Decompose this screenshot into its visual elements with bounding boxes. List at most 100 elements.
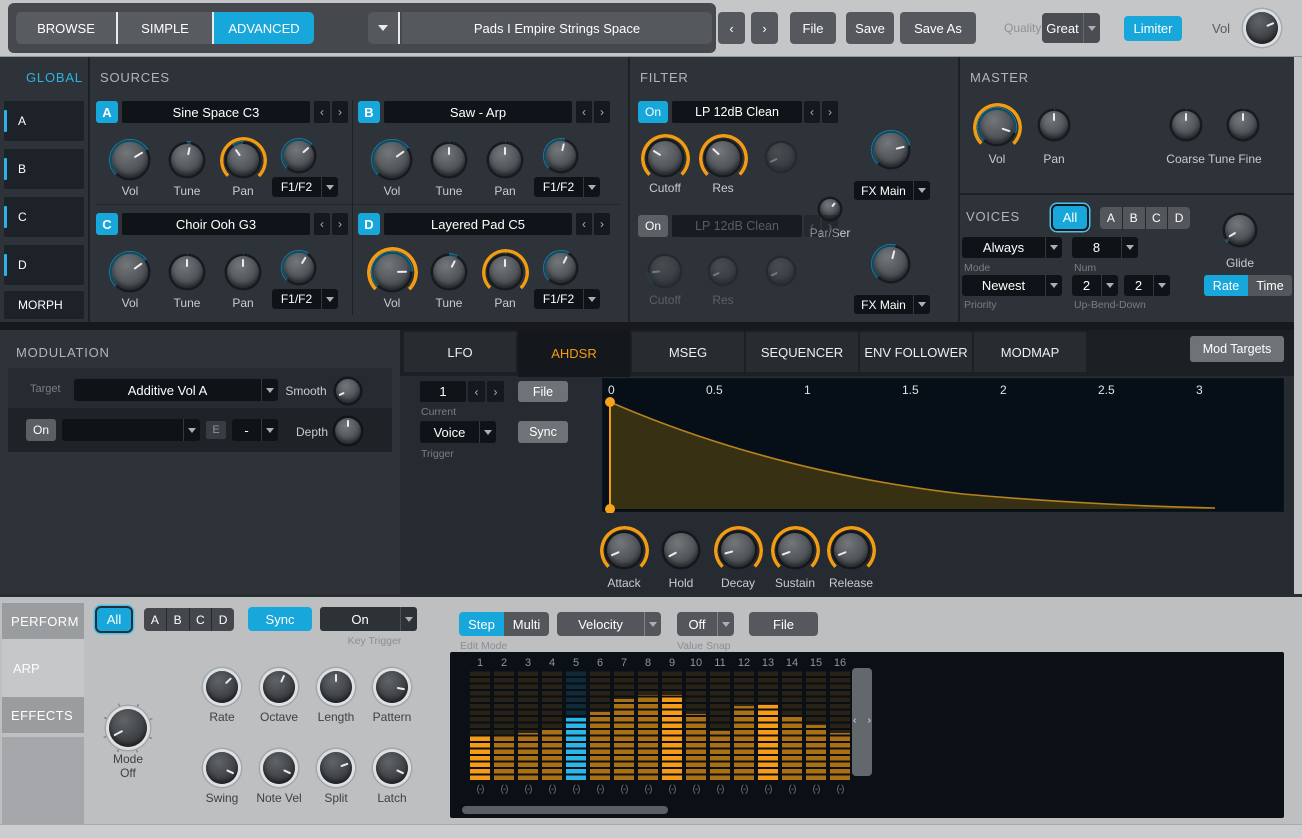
- source-d-tune-knob[interactable]: [430, 253, 468, 291]
- source-c-prev-button[interactable]: ‹: [314, 213, 330, 235]
- mod-curve-select[interactable]: -: [232, 419, 278, 441]
- sustain-knob[interactable]: [775, 530, 815, 570]
- tab-arp[interactable]: ARP: [2, 639, 84, 697]
- arp-rate-knob[interactable]: [203, 668, 241, 706]
- voices-b-button[interactable]: B: [1123, 207, 1146, 229]
- seq-step-10[interactable]: 10(-): [686, 652, 706, 802]
- master-vol-knob[interactable]: [977, 107, 1017, 147]
- filter2-output-knob[interactable]: [871, 244, 911, 284]
- tab-simple[interactable]: SIMPLE: [116, 12, 212, 44]
- source-b-prev-button[interactable]: ‹: [576, 101, 592, 123]
- master-pan-knob[interactable]: [1037, 108, 1071, 142]
- quality-select[interactable]: Great: [1042, 13, 1100, 43]
- preset-menu-button[interactable]: [368, 12, 400, 44]
- save-button[interactable]: Save: [846, 12, 894, 44]
- seq-step-13[interactable]: 13(-): [758, 652, 778, 802]
- seq-bar[interactable]: [614, 699, 634, 780]
- decay-knob[interactable]: [718, 530, 758, 570]
- filter1-res-knob[interactable]: [703, 138, 743, 178]
- arp-note-vel-knob[interactable]: [260, 749, 298, 787]
- bend-up-select[interactable]: 2: [1072, 275, 1118, 296]
- limiter-button[interactable]: Limiter: [1124, 16, 1182, 41]
- source-a-pan-knob[interactable]: [224, 141, 262, 179]
- sidebar-item-b[interactable]: B: [4, 149, 84, 189]
- filter1-drive-knob[interactable]: [764, 140, 798, 174]
- source-d-filter-mix-knob[interactable]: [543, 250, 579, 286]
- sidebar-item-morph[interactable]: MORPH: [4, 291, 84, 319]
- source-a-prev-button[interactable]: ‹: [314, 101, 330, 123]
- voices-priority-select[interactable]: Newest: [962, 275, 1062, 296]
- filter1-output-knob[interactable]: [871, 130, 911, 170]
- source-a-name-field[interactable]: Sine Space C3: [122, 101, 310, 123]
- source-a-route-select[interactable]: F1/F2: [272, 177, 338, 197]
- arp-mode-knob[interactable]: [106, 706, 150, 750]
- tab-advanced[interactable]: ADVANCED: [212, 12, 314, 44]
- source-b-tune-knob[interactable]: [430, 141, 468, 179]
- ahdsr-next-button[interactable]: ›: [487, 381, 504, 402]
- seq-step-12[interactable]: 12(-): [734, 652, 754, 802]
- sidebar-item-c[interactable]: C: [4, 197, 84, 237]
- arp-d-button[interactable]: D: [212, 608, 234, 631]
- seq-tie-icon[interactable]: (-): [710, 784, 730, 795]
- seq-bar[interactable]: [542, 730, 562, 780]
- filter1-prev-button[interactable]: ‹: [804, 101, 820, 123]
- glide-time-button[interactable]: Time: [1248, 275, 1292, 296]
- tab-sequencer[interactable]: SEQUENCER: [746, 332, 858, 372]
- source-b-name-field[interactable]: Saw - Arp: [384, 101, 572, 123]
- source-b-badge[interactable]: B: [358, 101, 380, 123]
- seq-tie-icon[interactable]: (-): [686, 784, 706, 795]
- seq-tie-icon[interactable]: (-): [638, 784, 658, 795]
- seq-bar[interactable]: [806, 725, 826, 780]
- source-c-next-button[interactable]: ›: [332, 213, 348, 235]
- filter2-cutoff-knob[interactable]: [647, 253, 683, 289]
- seq-tie-icon[interactable]: (-): [614, 784, 634, 795]
- source-b-next-button[interactable]: ›: [594, 101, 610, 123]
- source-d-next-button[interactable]: ›: [594, 213, 610, 235]
- envelope-graph[interactable]: 00.511.522.53: [602, 378, 1284, 512]
- source-c-vol-knob[interactable]: [109, 251, 151, 293]
- voices-all-button[interactable]: All: [1053, 206, 1087, 229]
- arp-b-button[interactable]: B: [167, 608, 190, 631]
- main-volume-knob[interactable]: [1243, 9, 1281, 47]
- save-as-button[interactable]: Save As: [900, 12, 976, 44]
- arp-c-button[interactable]: C: [190, 608, 213, 631]
- seq-tie-icon[interactable]: (-): [590, 784, 610, 795]
- preset-next-button[interactable]: ›: [751, 12, 778, 44]
- source-c-pan-knob[interactable]: [224, 253, 262, 291]
- seq-tie-icon[interactable]: (-): [494, 784, 514, 795]
- seq-step-3[interactable]: 3(-): [518, 652, 538, 802]
- seq-step-8[interactable]: 8(-): [638, 652, 658, 802]
- mod-targets-button[interactable]: Mod Targets: [1190, 336, 1284, 362]
- seq-tie-icon[interactable]: (-): [518, 784, 538, 795]
- preset-name-field[interactable]: Pads I Empire Strings Space: [402, 12, 712, 44]
- seq-tie-icon[interactable]: (-): [806, 784, 826, 795]
- tab-effects[interactable]: EFFECTS: [2, 697, 84, 733]
- global-nav-title[interactable]: GLOBAL: [26, 70, 83, 85]
- bend-down-select[interactable]: 2: [1124, 275, 1170, 296]
- seq-step-7[interactable]: 7(-): [614, 652, 634, 802]
- seq-file-button[interactable]: File: [749, 612, 818, 636]
- glide-rate-button[interactable]: Rate: [1204, 275, 1248, 296]
- filter1-on-button[interactable]: On: [638, 101, 668, 123]
- seq-step-1[interactable]: 1(-): [470, 652, 490, 802]
- filter2-drive-knob[interactable]: [765, 255, 797, 287]
- sidebar-item-a[interactable]: A: [4, 101, 84, 141]
- voices-c-button[interactable]: C: [1146, 207, 1169, 229]
- release-knob[interactable]: [831, 530, 871, 570]
- file-button[interactable]: File: [790, 12, 836, 44]
- fine-tune-knob[interactable]: [1226, 108, 1260, 142]
- seq-bar[interactable]: [686, 714, 706, 780]
- ahdsr-sync-button[interactable]: Sync: [518, 421, 568, 443]
- seq-bar[interactable]: [782, 715, 802, 780]
- voices-a-button[interactable]: A: [1100, 207, 1123, 229]
- arp-pattern-knob[interactable]: [373, 668, 411, 706]
- seq-param-select[interactable]: Velocity: [557, 612, 661, 636]
- arp-length-knob[interactable]: [317, 668, 355, 706]
- source-b-filter-mix-knob[interactable]: [543, 138, 579, 174]
- filter1-cutoff-knob[interactable]: [645, 138, 685, 178]
- seq-tie-icon[interactable]: (-): [734, 784, 754, 795]
- depth-knob[interactable]: [332, 415, 364, 447]
- seq-bar[interactable]: [710, 731, 730, 780]
- seq-tie-icon[interactable]: (-): [830, 784, 850, 795]
- ahdsr-trigger-select[interactable]: Voice: [420, 421, 496, 443]
